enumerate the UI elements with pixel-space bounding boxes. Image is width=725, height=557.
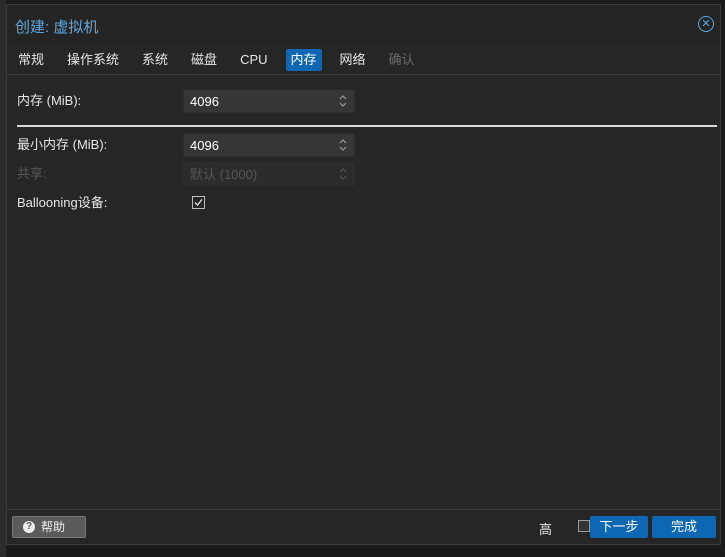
help-label: 帮助 <box>41 520 66 534</box>
section-divider <box>17 125 717 127</box>
memory-label: 内存 (MiB): <box>17 93 82 108</box>
question-circle-icon: ? <box>23 521 35 533</box>
dialog-title: 创建: 虚拟机 <box>15 19 99 36</box>
advanced-label: 高 <box>538 522 552 537</box>
tab-divider <box>7 74 720 75</box>
create-vm-dialog: 创建: 虚拟机 ✕ 常规 操作系统 系统 磁盘 CPU 内存 网络 确认 内存 … <box>6 4 721 545</box>
dialog-footer: ? 帮助 高 下一步 完成 <box>7 509 720 544</box>
next-button[interactable]: 下一步 <box>590 516 648 538</box>
spinner-icon <box>339 168 347 180</box>
finish-button[interactable]: 完成 <box>652 516 716 538</box>
tab-os[interactable]: 操作系统 <box>62 49 124 71</box>
tab-system[interactable]: 系统 <box>137 49 173 71</box>
tab-disk[interactable]: 磁盘 <box>186 49 222 71</box>
tab-memory[interactable]: 内存 <box>285 49 322 71</box>
memory-value: 4096 <box>190 94 219 109</box>
ballooning-label: Ballooning设备: <box>17 195 108 210</box>
shares-value: 默认 (1000) <box>190 167 258 182</box>
close-icon[interactable]: ✕ <box>698 16 714 32</box>
shares-input: 默认 (1000) <box>183 162 355 186</box>
min-memory-label: 最小内存 (MiB): <box>17 137 108 152</box>
shares-label: 共享: <box>17 166 47 181</box>
tab-cpu[interactable]: CPU <box>235 49 272 71</box>
spinner-icon[interactable] <box>338 137 348 153</box>
dialog-titlebar: 创建: 虚拟机 ✕ <box>7 5 720 45</box>
help-button[interactable]: ? 帮助 <box>12 516 86 538</box>
tab-confirm: 确认 <box>388 52 415 67</box>
min-memory-input[interactable]: 4096 <box>183 133 355 157</box>
tab-network[interactable]: 网络 <box>335 49 371 71</box>
min-memory-value: 4096 <box>190 138 219 153</box>
tab-general[interactable]: 常规 <box>13 49 49 71</box>
ballooning-checkbox[interactable] <box>192 196 205 209</box>
advanced-checkbox[interactable] <box>578 520 590 532</box>
memory-input[interactable]: 4096 <box>183 89 355 113</box>
spinner-icon[interactable] <box>338 93 348 109</box>
wizard-tabs: 常规 操作系统 系统 磁盘 CPU 内存 网络 确认 <box>13 49 433 71</box>
